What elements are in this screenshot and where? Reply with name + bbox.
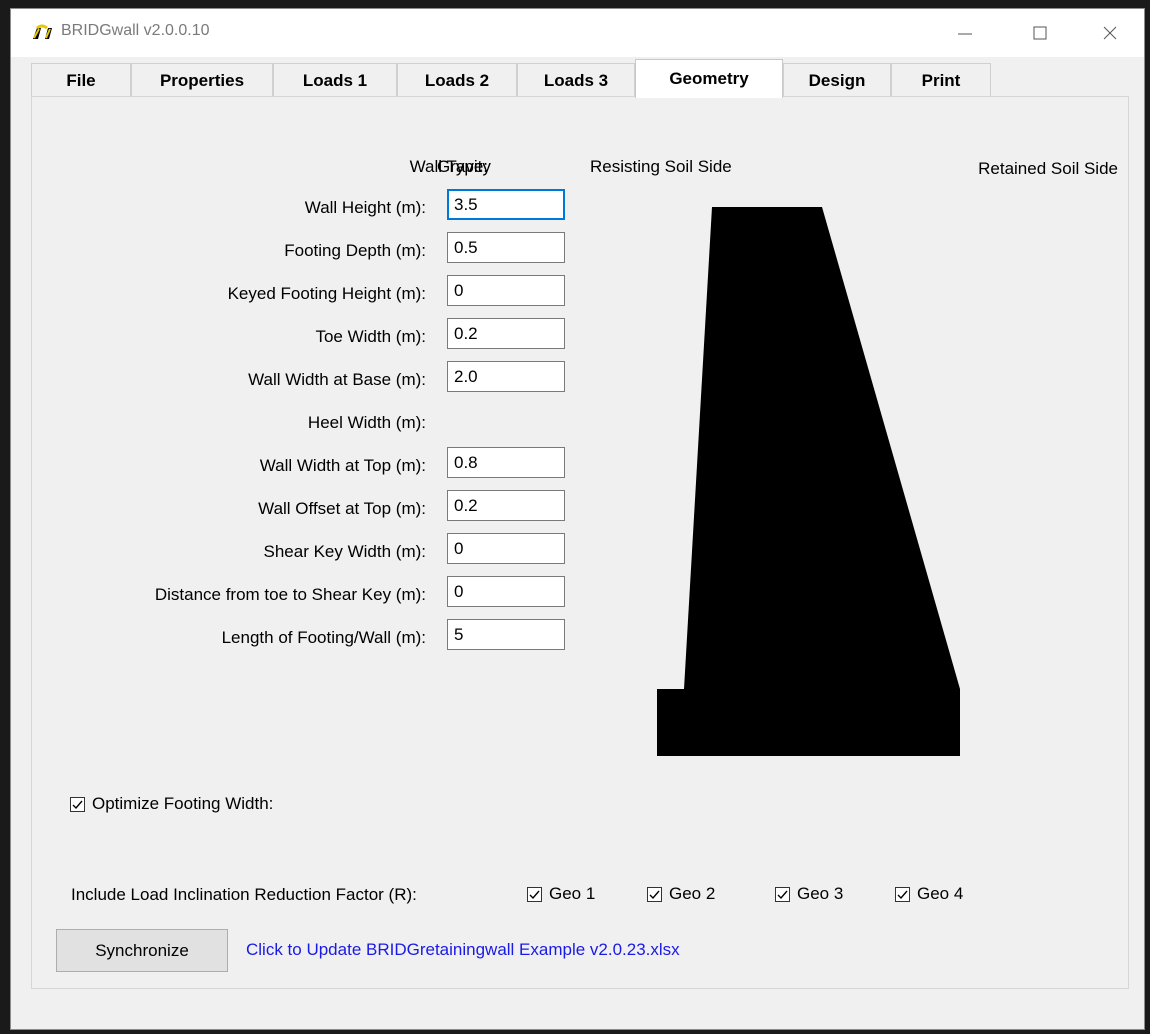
close-button[interactable]: [1081, 9, 1139, 57]
tab-loads-2[interactable]: Loads 2: [397, 63, 517, 97]
geo-2-checkbox[interactable]: Geo 2: [647, 884, 715, 904]
checkbox-checked-icon: [70, 796, 85, 812]
geo-4-label: Geo 4: [917, 884, 964, 903]
geo-3-checkbox[interactable]: Geo 3: [775, 884, 843, 904]
wall-cross-section-drawing: [657, 207, 960, 756]
optimize-footing-checkbox[interactable]: Optimize Footing Width:: [70, 794, 273, 814]
tab-loads-1[interactable]: Loads 1: [273, 63, 397, 97]
app-window: BRIDGwall v2.0.0.10 File Properties Load…: [10, 8, 1145, 1030]
checkbox-checked-icon: [895, 886, 910, 902]
close-icon: [1103, 26, 1117, 40]
geo-4-checkbox[interactable]: Geo 4: [895, 884, 963, 904]
maximize-icon: [1033, 26, 1047, 40]
minimize-button[interactable]: [936, 9, 994, 57]
footing-shape: [657, 689, 960, 756]
geo-1-label: Geo 1: [549, 884, 596, 903]
geo-2-label: Geo 2: [669, 884, 716, 903]
window-title: BRIDGwall v2.0.0.10: [61, 22, 210, 39]
tab-loads-3[interactable]: Loads 3: [517, 63, 635, 97]
update-workbook-link[interactable]: Click to Update BRIDGretainingwall Examp…: [246, 940, 680, 960]
maximize-button[interactable]: [1011, 9, 1069, 57]
checkbox-checked-icon: [527, 886, 542, 902]
reduction-factor-label: Include Load Inclination Reduction Facto…: [71, 885, 417, 904]
title-bar: BRIDGwall v2.0.0.10: [11, 9, 1144, 57]
wall-stem-shape: [684, 207, 960, 689]
tab-design[interactable]: Design: [783, 63, 891, 97]
tab-geometry[interactable]: Geometry: [635, 59, 783, 98]
geo-3-label: Geo 3: [797, 884, 844, 903]
optimize-footing-label: Optimize Footing Width:: [92, 794, 274, 813]
synchronize-button[interactable]: Synchronize: [56, 929, 228, 972]
checkbox-checked-icon: [775, 886, 790, 902]
status-bar: [11, 989, 1144, 1029]
tab-properties[interactable]: Properties: [131, 63, 273, 97]
checkbox-checked-icon: [647, 886, 662, 902]
tab-file[interactable]: File: [31, 63, 131, 97]
app-logo-icon: [33, 24, 52, 39]
geo-1-checkbox[interactable]: Geo 1: [527, 884, 595, 904]
geometry-panel: Wall Type: Gravity Resisting Soil Side R…: [31, 96, 1129, 989]
tab-print[interactable]: Print: [891, 63, 991, 97]
tab-bar: File Properties Loads 1 Loads 2 Loads 3 …: [31, 59, 1011, 98]
minimize-icon: [958, 33, 972, 35]
